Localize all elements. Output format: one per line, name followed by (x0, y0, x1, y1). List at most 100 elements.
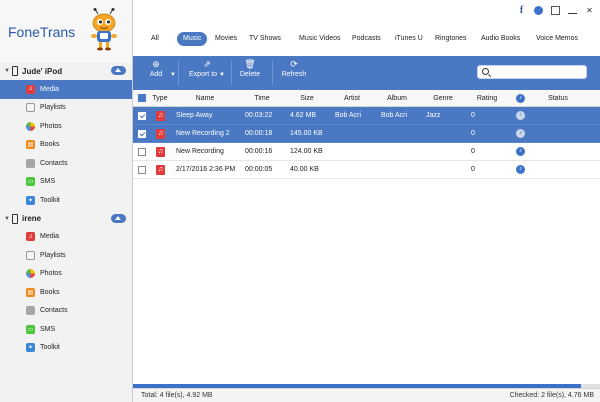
table-row[interactable]: ♫ Sleep Away 00:03:22 4.62 MB Bob Acri Bob Ac… (133, 107, 600, 125)
search-input[interactable] (492, 67, 582, 77)
row-checkbox[interactable] (138, 130, 146, 138)
eject-icon[interactable] (111, 213, 126, 223)
tab-music[interactable]: Music (177, 32, 208, 46)
delete-label: Delete (239, 71, 261, 78)
music-file-icon: ♫ (156, 147, 165, 157)
tab-voice-memos[interactable]: Voice Memos (536, 32, 578, 46)
sidebar-item-media[interactable]: ♫ Media (0, 228, 132, 247)
toolbar-divider (231, 61, 232, 85)
sidebar-item-photos[interactable]: Photos (0, 265, 132, 284)
sidebar-item-label: Photos (40, 270, 62, 278)
search-box[interactable] (477, 65, 587, 79)
table-header: Type Name Time Size Artist Album Genre R… (133, 90, 600, 107)
sidebar-item-toolkit[interactable]: ✦ Toolkit (0, 191, 132, 210)
cell-name: New Recording 2 (176, 130, 230, 137)
select-all-checkbox[interactable] (138, 94, 146, 102)
cell-time: 00:00:16 (245, 148, 273, 155)
sidebar-item-sms[interactable]: ▭ SMS (0, 320, 132, 339)
row-checkbox[interactable] (138, 112, 146, 120)
chat-icon[interactable] (534, 6, 543, 15)
add-button[interactable]: ⊕ Add (145, 59, 167, 87)
sidebar-item-label: Toolkit (40, 196, 60, 204)
expand-arrow-icon[interactable]: ▼ (4, 216, 11, 222)
checked-status: Checked: 2 file(s), 4.76 MB (509, 392, 594, 399)
playlist-icon (26, 250, 35, 260)
sidebar-item-toolkit[interactable]: ✦ Toolkit (0, 339, 132, 358)
total-status: Total: 4 file(s), 4.92 MB (141, 392, 213, 399)
column-header-status[interactable]: Status (543, 90, 573, 107)
sidebar-item-books[interactable]: ▤ Books (0, 283, 132, 302)
minimize-icon[interactable] (568, 8, 577, 14)
sidebar-item-contacts[interactable]: Contacts (0, 302, 132, 321)
tab-all[interactable]: All (151, 32, 159, 46)
cell-album: Bob Acri (381, 112, 408, 119)
ipod-device-icon (12, 213, 18, 224)
sidebar-item-playlists[interactable]: Playlists (0, 99, 132, 118)
cell-album (381, 125, 421, 143)
sidebar-item-label: SMS (40, 178, 56, 186)
tab-movies[interactable]: Movies (215, 32, 237, 46)
cell-rating: 0 (471, 112, 475, 119)
cell-genre: Jazz (426, 112, 441, 119)
sidebar-item-label: Books (40, 141, 60, 149)
tab-tv-shows[interactable]: TV Shows (249, 32, 281, 46)
sidebar-item-sms[interactable]: ▭ SMS (0, 173, 132, 192)
add-dropdown-arrow[interactable]: . ▼ (167, 59, 177, 87)
sidebar-item-contacts[interactable]: Contacts (0, 154, 132, 173)
toolbar-divider (178, 61, 179, 85)
cell-album (381, 161, 421, 179)
refresh-button[interactable]: ⟳ Refresh (279, 59, 309, 87)
sidebar-item-label: Playlists (40, 104, 66, 112)
toolbar-divider (272, 61, 273, 85)
cell-time: 00:00:05 (245, 166, 273, 173)
tab-podcasts[interactable]: Podcasts (352, 32, 381, 46)
export-label: Export to (189, 71, 218, 78)
column-header-album[interactable]: Album (383, 90, 411, 107)
cell-artist (335, 161, 375, 179)
toolkit-icon: ✦ (26, 195, 35, 205)
search-icon (482, 68, 489, 75)
sms-icon: ▭ (26, 324, 35, 334)
table-row[interactable]: ♫ 2/17/2016 2:36 PM 00:00:05 40.00 KB 0 ♪ (133, 161, 600, 179)
tab-music-videos[interactable]: Music Videos (299, 32, 341, 46)
music-note-icon: ♫ (26, 232, 35, 242)
tab-audio-books[interactable]: Audio Books (481, 32, 520, 46)
eject-icon[interactable] (111, 66, 126, 75)
sync-status-icon: ♪ (516, 129, 525, 138)
row-checkbox[interactable] (138, 166, 146, 174)
column-header-rating[interactable]: Rating (473, 90, 501, 107)
column-header-type[interactable]: Type (151, 90, 169, 107)
facebook-icon[interactable]: f (517, 6, 526, 16)
column-header-time[interactable]: Time (245, 90, 279, 107)
device-row[interactable]: ▼ irene (0, 210, 132, 228)
tab-itunes-u[interactable]: iTunes U (395, 32, 423, 46)
contacts-icon (26, 306, 35, 316)
column-header-name[interactable]: Name (173, 90, 237, 107)
row-checkbox[interactable] (138, 148, 146, 156)
column-header-genre[interactable]: Genre (430, 90, 456, 107)
sync-icon: ♪ (516, 94, 525, 103)
playlist-icon (26, 103, 35, 113)
book-icon: ▤ (26, 140, 35, 150)
sidebar-item-photos[interactable]: Photos (0, 117, 132, 136)
device-row[interactable]: ▼ Jude' iPod (0, 62, 132, 80)
table-row[interactable]: ♫ New Recording 2 00:00:18 145.00 KB 0 ♪ (133, 125, 600, 143)
expand-arrow-icon[interactable]: ▼ (4, 68, 11, 74)
cell-size: 145.00 KB (290, 130, 323, 137)
sidebar-item-books[interactable]: ▤ Books (0, 136, 132, 155)
brand-area: FoneTrans (0, 0, 132, 62)
table-row[interactable]: ♫ New Recording 00:00:16 124.00 KB 0 ♪ (133, 143, 600, 161)
column-header-artist[interactable]: Artist (337, 90, 367, 107)
top-bar: f ✕ All Music Movies TV Shows Music Videos Po… (133, 0, 600, 62)
sidebar-item-media[interactable]: ♫ Media (0, 80, 132, 99)
tab-ringtones[interactable]: Ringtones (435, 32, 467, 46)
sidebar-item-playlists[interactable]: Playlists (0, 246, 132, 265)
sidebar-item-label: Contacts (40, 307, 68, 315)
column-header-size[interactable]: Size (293, 90, 321, 107)
close-icon[interactable]: ✕ (585, 6, 594, 15)
sidebar-item-label: Photos (40, 122, 62, 130)
feedback-icon[interactable] (551, 6, 560, 15)
delete-button[interactable]: 🗑 Delete (237, 59, 263, 87)
cell-genre (426, 161, 456, 179)
export-to-button[interactable]: ⇗ Export to ▼ (185, 59, 229, 87)
